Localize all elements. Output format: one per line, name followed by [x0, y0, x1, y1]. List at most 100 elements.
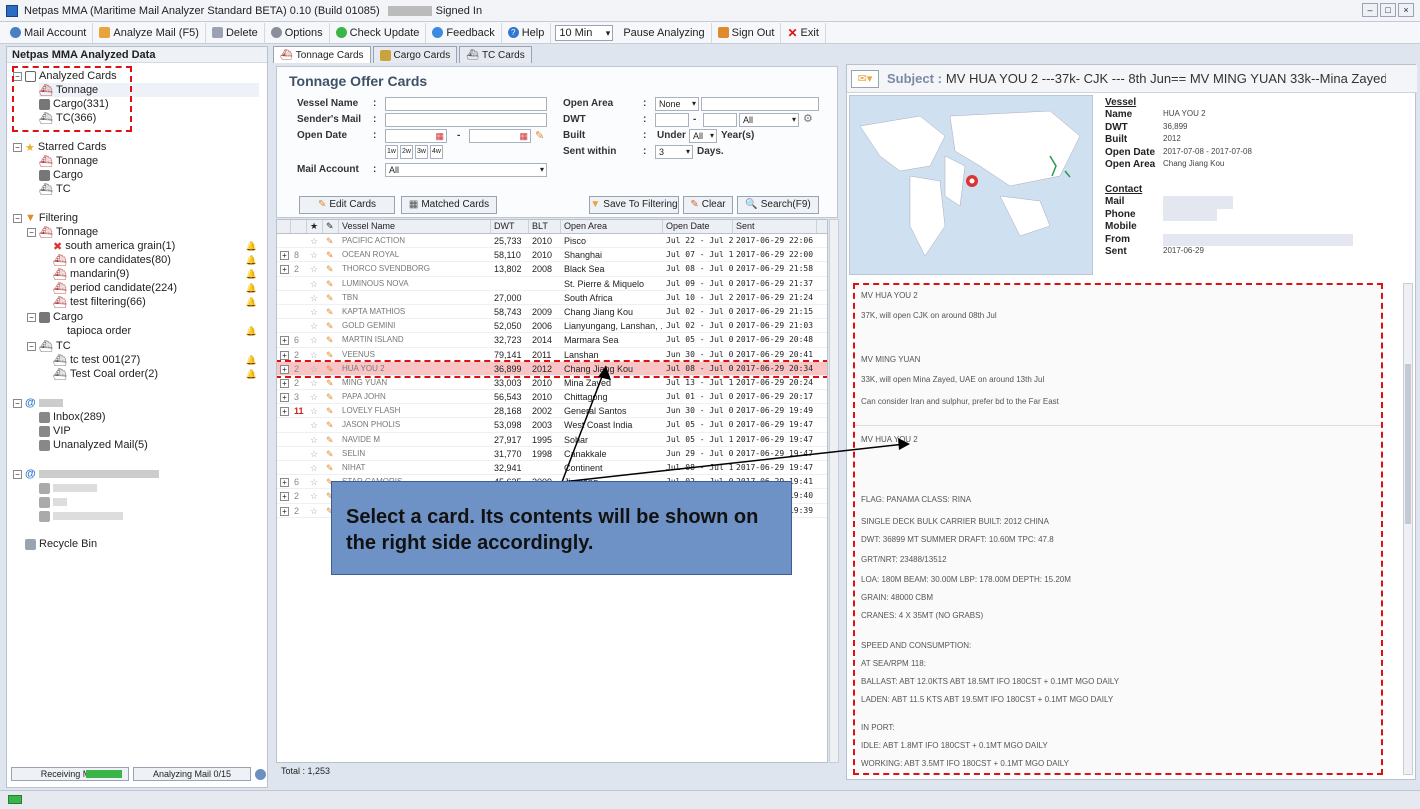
- help-button[interactable]: ? Help: [502, 22, 552, 43]
- exit-button[interactable]: ✕ Exit: [781, 22, 826, 43]
- tree-inbox[interactable]: Inbox(289): [39, 410, 106, 424]
- pencil-icon[interactable]: ✎: [323, 291, 339, 304]
- tree-analyzed-tc[interactable]: ⛴ TC(366): [39, 111, 96, 125]
- pencil-icon[interactable]: ✎: [323, 234, 339, 247]
- header-edit-icon[interactable]: ✎: [323, 220, 339, 233]
- quick-date-3w[interactable]: 3w: [415, 145, 428, 159]
- pencil-icon[interactable]: ✎: [323, 418, 339, 431]
- mail-scroll-thumb[interactable]: [1405, 364, 1411, 524]
- tree-starred-cargo[interactable]: Cargo: [39, 168, 83, 182]
- open-area-select[interactable]: None: [655, 97, 699, 111]
- expand-icon[interactable]: [277, 418, 291, 431]
- pencil-icon[interactable]: ✎: [323, 362, 339, 375]
- pencil-icon[interactable]: ✎: [323, 305, 339, 318]
- open-area-input[interactable]: [701, 97, 819, 111]
- header-vessel-name[interactable]: Vessel Name: [339, 220, 491, 233]
- expand-icon[interactable]: [277, 305, 291, 318]
- tab-tc-cards[interactable]: ⛴ TC Cards: [459, 46, 532, 63]
- expand-icon[interactable]: +: [277, 376, 291, 389]
- table-row[interactable]: ☆ ✎ NIHAT 32,941 Continent Jul 08 - Jul 14 201…: [277, 461, 827, 476]
- star-icon[interactable]: ☆: [307, 433, 323, 446]
- table-row[interactable]: ☆ ✎ KAPTA MATHIOS 58,743 2009 Chang Jiang Kou…: [277, 305, 827, 320]
- gear-icon[interactable]: ⚙: [803, 112, 813, 125]
- expand-icon[interactable]: +: [277, 475, 291, 488]
- pencil-icon[interactable]: ✎: [323, 404, 339, 417]
- pencil-icon[interactable]: ✎: [323, 433, 339, 446]
- gear-icon[interactable]: [255, 768, 266, 780]
- mail-account-select[interactable]: All: [385, 163, 547, 177]
- dwt-from-input[interactable]: [655, 113, 689, 127]
- expand-icon[interactable]: [277, 319, 291, 332]
- calendar-icon[interactable]: ▦: [519, 130, 528, 142]
- expand-icon[interactable]: +: [277, 404, 291, 417]
- pause-analyzing-button[interactable]: Pause Analyzing: [617, 22, 712, 43]
- filter-item[interactable]: ⛴ period candidate(224) 🔔: [53, 281, 263, 295]
- table-row[interactable]: +6 ☆ ✎ MARTIN ISLAND 32,723 2014 Marmara Sea Ju…: [277, 333, 827, 348]
- bell-icon[interactable]: 🔔: [246, 241, 257, 252]
- star-icon[interactable]: ☆: [307, 333, 323, 346]
- collapse-icon[interactable]: −: [13, 398, 22, 408]
- star-icon[interactable]: ☆: [307, 291, 323, 304]
- expand-icon[interactable]: +: [277, 504, 291, 517]
- table-row[interactable]: +2 ☆ ✎ VEENUS 79,141 2011 Lanshan Jun 30 - Jul …: [277, 348, 827, 362]
- star-icon[interactable]: ☆: [307, 404, 323, 417]
- star-icon[interactable]: ☆: [307, 277, 323, 290]
- pencil-icon[interactable]: ✎: [323, 376, 339, 389]
- save-to-filtering-button[interactable]: ▼ Save To Filtering: [589, 196, 679, 214]
- dwt-select[interactable]: All: [739, 113, 799, 127]
- star-icon[interactable]: ☆: [307, 376, 323, 389]
- expand-icon[interactable]: [277, 433, 291, 446]
- header-star-icon[interactable]: ★: [307, 220, 323, 233]
- star-icon[interactable]: ☆: [307, 461, 323, 474]
- pencil-icon[interactable]: ✎: [323, 390, 339, 403]
- collapse-icon[interactable]: −: [27, 341, 36, 351]
- analyze-mail-button[interactable]: Analyze Mail (F5): [93, 22, 206, 43]
- tree-unanalyzed-2[interactable]: [39, 509, 123, 523]
- table-row[interactable]: ☆ ✎ JASON PHOLIS 53,098 2003 West Coast India…: [277, 418, 827, 433]
- star-icon[interactable]: ☆: [307, 348, 323, 361]
- tree-starred-tc[interactable]: ⛴ TC: [39, 182, 71, 196]
- tree-recycle-bin[interactable]: Recycle Bin: [25, 537, 97, 551]
- clear-button[interactable]: ✎ Clear: [683, 196, 733, 214]
- tree-filter-tc[interactable]: − ⛴ TC: [27, 339, 71, 353]
- vessel-name-input[interactable]: [385, 97, 547, 111]
- contact-from-link[interactable]: [1163, 233, 1353, 247]
- interval-select[interactable]: 10 Min: [555, 24, 614, 41]
- star-icon[interactable]: ☆: [307, 447, 323, 460]
- dwt-to-input[interactable]: [703, 113, 737, 127]
- tab-cargo-cards[interactable]: Cargo Cards: [372, 46, 458, 63]
- header-sent[interactable]: Sent: [733, 220, 817, 233]
- search-button[interactable]: 🔍 Search(F9): [737, 196, 819, 214]
- quick-date-2w[interactable]: 2w: [400, 145, 413, 159]
- quick-date-1w[interactable]: 1w: [385, 145, 398, 159]
- table-row[interactable]: +8 ☆ ✎ OCEAN ROYAL 58,110 2010 Shanghai Jul 07 …: [277, 248, 827, 263]
- pencil-icon[interactable]: ✎: [323, 461, 339, 474]
- bell-icon[interactable]: 🔔: [246, 283, 257, 294]
- tree-account-2[interactable]: − @: [13, 467, 159, 481]
- filter-item[interactable]: ⛴ Test Coal order(2) 🔔: [53, 367, 263, 381]
- tree-vip[interactable]: VIP: [39, 424, 71, 438]
- header-open-area[interactable]: Open Area: [561, 220, 663, 233]
- expand-icon[interactable]: +: [277, 333, 291, 346]
- tree-filter-tonnage[interactable]: − ⛴ Tonnage: [27, 225, 98, 239]
- star-icon[interactable]: ☆: [307, 418, 323, 431]
- world-map[interactable]: [849, 95, 1093, 275]
- pencil-icon[interactable]: ✎: [323, 319, 339, 332]
- feedback-button[interactable]: Feedback: [426, 22, 502, 43]
- table-row[interactable]: ☆ ✎ LUMINOUS NOVA St. Pierre & Miquelo Jul 0…: [277, 277, 827, 291]
- bell-icon[interactable]: 🔔: [246, 326, 257, 337]
- filter-item[interactable]: tapioca order 🔔: [53, 324, 263, 338]
- collapse-icon[interactable]: −: [13, 142, 22, 152]
- minimize-button[interactable]: –: [1362, 3, 1378, 17]
- bell-icon[interactable]: 🔔: [246, 297, 257, 308]
- grid-scrollbar[interactable]: [829, 219, 839, 763]
- expand-icon[interactable]: +: [277, 390, 291, 403]
- filter-item[interactable]: ✖ south america grain(1) 🔔: [53, 239, 263, 253]
- mail-account-button[interactable]: Mail Account: [4, 22, 94, 43]
- tree-filtering[interactable]: − ▼ Filtering: [13, 211, 78, 225]
- open-date-from-input[interactable]: ▦: [385, 129, 447, 143]
- tree-analyzed-cards[interactable]: − Analyzed Cards: [13, 69, 117, 83]
- star-icon[interactable]: ☆: [307, 248, 323, 261]
- bell-icon[interactable]: 🔔: [246, 269, 257, 280]
- edit-cards-button[interactable]: ✎ Edit Cards: [299, 196, 395, 214]
